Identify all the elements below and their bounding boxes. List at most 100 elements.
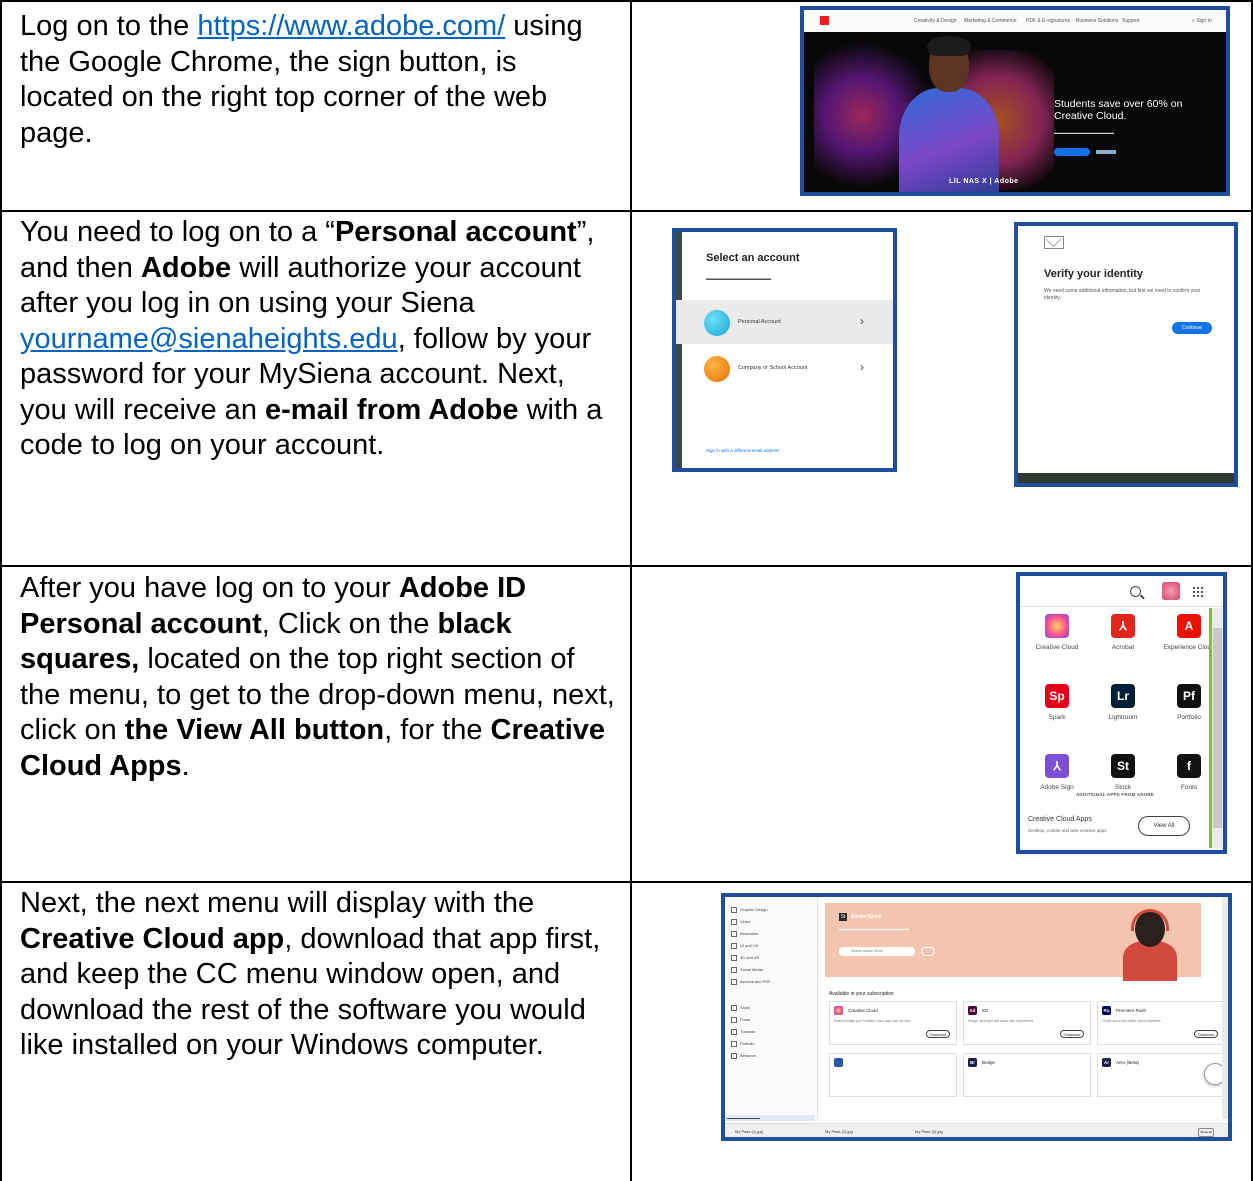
- sidebar-item[interactable]: Fonts: [731, 1017, 750, 1023]
- scrollbar[interactable]: [1222, 897, 1228, 1119]
- download-button[interactable]: Download: [1194, 1030, 1218, 1038]
- avatar[interactable]: [1162, 582, 1180, 600]
- different-email-link[interactable]: Sign in with a different email address: [706, 448, 779, 453]
- download-button[interactable]: Download: [926, 1030, 950, 1038]
- app-icon: Sp: [1045, 684, 1069, 708]
- sidebar-item[interactable]: Graphic Design: [731, 907, 768, 913]
- sidebar-item[interactable]: UI and UX: [731, 943, 758, 949]
- headphone-illustration: [1115, 903, 1185, 981]
- downloads-bar: Show all My Pass (1).jpg My Pass (2).jpg M…: [725, 1123, 1228, 1137]
- apps-menu-screenshot: Creative Cloud ⅄ Acrobat A Experience Cloud S…: [1016, 572, 1227, 854]
- app-icon: Ar: [1102, 1058, 1111, 1067]
- sidebar-item[interactable]: Video: [731, 919, 750, 925]
- table-border-left: [0, 0, 2, 1181]
- app-icon: St: [1111, 754, 1135, 778]
- sidebar-item[interactable]: Acrobat and PDF: [731, 979, 771, 985]
- cc-sidebar: Graphic Design Video Illustration UI and UX…: [725, 897, 818, 1119]
- chevron-right-icon: ›: [860, 360, 864, 374]
- app-icon: Xd: [968, 1006, 977, 1015]
- app-tile[interactable]: Creative Cloud: [1024, 614, 1090, 651]
- row-1-instructions: Log on to the https://www.adobe.com/ usi…: [20, 9, 618, 151]
- app-tile[interactable]: Sp Spark: [1024, 684, 1090, 721]
- stock-search-button[interactable]: [921, 947, 935, 956]
- scrollbar[interactable]: [1212, 608, 1223, 848]
- hyperlink[interactable]: https://www.adobe.com/: [197, 10, 505, 42]
- verify-body: We need some additional information, but…: [1044, 288, 1201, 301]
- stock-description: ▬▬▬▬▬▬▬▬▬▬▬▬▬▬▬▬▬▬▬▬: [839, 927, 909, 931]
- sidebar-item[interactable]: 3D and AR: [731, 955, 759, 961]
- app-name: Creative Cloud: [848, 1008, 878, 1013]
- app-icon: Ru: [1102, 1006, 1111, 1015]
- app-icon: Pf: [1177, 684, 1201, 708]
- text-run: You need to log on to a “: [20, 216, 335, 248]
- text-run: .: [181, 749, 190, 782]
- table-row-divider: [0, 881, 1253, 883]
- adobe-stock-banner: St Adobe Stock ▬▬▬▬▬▬▬▬▬▬▬▬▬▬▬▬▬▬▬▬ Sear…: [825, 903, 1201, 981]
- buy-now-button[interactable]: [1054, 148, 1090, 156]
- app-label: Adobe Sign: [1040, 784, 1074, 791]
- sidebar-item[interactable]: Behance: [731, 1053, 756, 1059]
- text-run: , Click on the: [261, 607, 438, 640]
- app-icon: f: [1177, 754, 1201, 778]
- select-account-title: Select an account: [706, 252, 800, 264]
- account-label: Company or School Account: [738, 365, 808, 371]
- row-3-instructions: After you have log on to your Adobe ID P…: [20, 571, 618, 784]
- adobe-homepage-screenshot: Creativity & Design Marketing & Commerce…: [800, 6, 1230, 196]
- app-name: Premiere Rush: [1116, 1008, 1147, 1013]
- hero-brand-text: LIL NAS X | Adobe: [949, 178, 1019, 185]
- view-all-button[interactable]: View All: [1138, 816, 1190, 836]
- app-label: Creative Cloud: [1035, 644, 1079, 651]
- app-label: Portfolio: [1177, 714, 1201, 721]
- bold-text: Personal account: [334, 216, 577, 248]
- hyperlink[interactable]: yourname@sienaheights.edu: [20, 323, 398, 355]
- app-icon: [834, 1058, 843, 1067]
- sidebar-item[interactable]: Tutorials: [731, 1029, 755, 1035]
- text-run: Log on to the: [20, 10, 198, 42]
- app-icon: Br: [968, 1058, 977, 1067]
- sidebar-item[interactable]: Social Media: [731, 967, 763, 973]
- download-item[interactable]: My Pass (1).jpg: [735, 1129, 763, 1134]
- app-card: Ru Premiere Rush Create and share online v…: [1097, 1001, 1225, 1045]
- personal-account-option[interactable]: Personal Account ›: [676, 300, 893, 344]
- app-name: XD: [982, 1008, 989, 1013]
- adobe-logo-icon: [820, 16, 829, 25]
- download-item[interactable]: My Pass (2).jpg: [825, 1129, 853, 1134]
- mail-icon: [1044, 236, 1064, 249]
- row-4-instructions: Next, the next menu will display with th…: [20, 886, 618, 1064]
- verify-title: Verify your identity: [1044, 268, 1144, 280]
- download-item[interactable]: My Pass (3).jpg: [915, 1129, 943, 1134]
- company-account-option[interactable]: Company or School Account ›: [676, 346, 893, 390]
- bold-text: Adobe: [140, 251, 232, 284]
- sidebar-item[interactable]: Illustration: [731, 931, 758, 937]
- app-card: Creative Cloud Easily manage your Creativ…: [829, 1001, 957, 1045]
- additional-apps-heading: ADDITIONAL APPS FROM ADOBE: [1075, 792, 1155, 797]
- background-strip: [1018, 473, 1234, 483]
- show-all-button[interactable]: Show all: [1198, 1128, 1214, 1137]
- app-tile[interactable]: ⅄ Adobe Sign: [1024, 754, 1090, 791]
- sidebar-item[interactable]: Portfolio: [731, 1041, 755, 1047]
- sidebar-item[interactable]: Stock: [731, 1005, 750, 1011]
- company-account-icon: [704, 356, 730, 382]
- app-icon: ⅄: [1045, 754, 1069, 778]
- chevron-right-icon: ›: [860, 314, 864, 328]
- available-heading: Available in your subscription: [829, 991, 894, 997]
- table-column-divider: [630, 0, 632, 1181]
- apps-menu-header: [1020, 576, 1223, 607]
- cc-apps-title: Creative Cloud Apps: [1028, 816, 1092, 823]
- continue-button[interactable]: Continue: [1172, 322, 1212, 334]
- creative-cloud-screenshot: Graphic Design Video Illustration UI and UX…: [721, 893, 1232, 1141]
- download-button[interactable]: Download: [1060, 1030, 1084, 1038]
- stock-search-input[interactable]: Search Adobe Stock: [839, 947, 915, 956]
- stock-logo-icon: St: [839, 913, 847, 921]
- app-switcher-icon[interactable]: [1192, 586, 1203, 597]
- app-icon: Lr: [1111, 684, 1135, 708]
- app-tile[interactable]: St Stock: [1090, 754, 1156, 791]
- app-tile[interactable]: Lr Lightroom: [1090, 684, 1156, 721]
- app-name: Aero (Beta): [1116, 1060, 1140, 1065]
- learn-more-link[interactable]: [1096, 150, 1116, 154]
- account-label: Personal Account: [738, 319, 781, 325]
- search-icon[interactable]: [1130, 586, 1141, 597]
- app-tile[interactable]: ⅄ Acrobat: [1090, 614, 1156, 651]
- app-label: Spark: [1048, 714, 1066, 721]
- cc-apps-subtitle: Desktop, mobile and web creative apps: [1028, 828, 1107, 833]
